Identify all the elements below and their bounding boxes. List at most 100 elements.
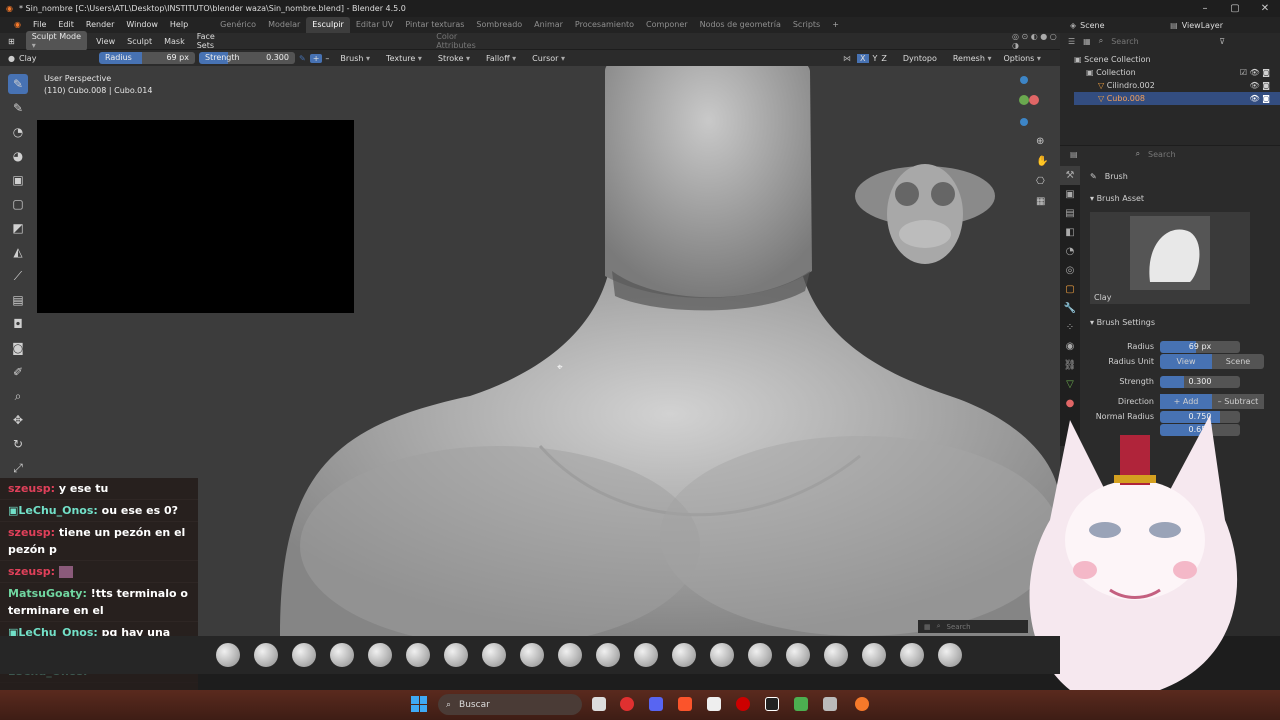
box-mask-icon[interactable]: ▢ <box>8 194 28 214</box>
sculpt-menu[interactable]: Sculpt <box>127 37 152 46</box>
radius-field[interactable]: Radius 69 px <box>98 52 195 64</box>
scene-collection-row[interactable]: ▣ Scene Collection <box>1074 53 1280 66</box>
add-direction-button[interactable]: + <box>309 53 323 63</box>
radius-unit-view-button[interactable]: View <box>1160 354 1212 369</box>
outliner-display-icon[interactable]: ▦ <box>1083 37 1091 46</box>
brush-thumbnail-icon[interactable] <box>710 643 734 667</box>
menu-render[interactable]: Render <box>80 17 120 33</box>
brush-shelf-search[interactable]: ▦ ⌕ Search <box>918 620 1028 633</box>
brush-tool-2-icon[interactable]: ✎ <box>8 98 28 118</box>
tab-sombreado[interactable]: Sombreado <box>470 17 528 33</box>
physics-tab-icon[interactable]: ◉ <box>1060 337 1080 356</box>
radius-unit-scene-button[interactable]: Scene <box>1212 354 1264 369</box>
outliner-item[interactable]: ▽ Cubo.008 👁 ◙ <box>1074 92 1280 105</box>
visibility-icon[interactable]: 👁 ◙ <box>1250 92 1270 105</box>
world-tab-icon[interactable]: ◎ <box>1060 261 1080 280</box>
tab-nodos-geometria[interactable]: Nodos de geometría <box>694 17 787 33</box>
view-layer-tab-icon[interactable]: ◧ <box>1060 223 1080 242</box>
falloff-menu[interactable]: Falloff <box>486 54 516 63</box>
brush-thumbnail-icon[interactable] <box>330 643 354 667</box>
tab-componer[interactable]: Componer <box>640 17 694 33</box>
line-project-icon[interactable]: ⟋ <box>8 266 28 286</box>
brush-asset-header[interactable]: ▾ Brush Asset <box>1090 194 1276 206</box>
tab-procesamiento[interactable]: Procesamiento <box>569 17 640 33</box>
menu-help[interactable]: Help <box>164 17 194 33</box>
modifier-tab-icon[interactable]: 🔧 <box>1060 299 1080 318</box>
rotate-tool-icon[interactable]: ↻ <box>8 434 28 454</box>
properties-search-input[interactable]: Search <box>1148 150 1175 159</box>
texture-menu[interactable]: Texture <box>386 54 422 63</box>
mirror-y-toggle[interactable]: Y <box>873 54 878 63</box>
zoom-icon[interactable]: ⊕ <box>1036 132 1050 152</box>
brush-thumbnail-icon[interactable] <box>520 643 544 667</box>
brush-settings-header[interactable]: ▾ Brush Settings <box>1090 318 1276 330</box>
strength-field[interactable]: Strength 0.300 <box>198 52 295 64</box>
tab-esculpir[interactable]: Esculpir <box>306 17 350 33</box>
editor-type-icon[interactable]: ⊞ <box>8 37 15 46</box>
scale-tool-icon[interactable]: ⤢ <box>8 458 28 478</box>
overlay-icons[interactable]: ◎ ⊙ ◐ ● ○ ◑ <box>1012 32 1060 50</box>
tiktok-icon[interactable] <box>765 697 779 711</box>
brush-thumbnail-icon[interactable] <box>292 643 316 667</box>
constraints-tab-icon[interactable]: ⛓ <box>1060 356 1080 375</box>
stroke-menu[interactable]: Stroke <box>438 54 470 63</box>
prop-radius-field[interactable]: 69 px <box>1160 340 1240 353</box>
brush-thumbnail-icon[interactable] <box>786 643 810 667</box>
mask-menu[interactable]: Mask <box>164 37 185 46</box>
tab-generico[interactable]: Genérico <box>214 17 262 33</box>
edit-face-set-icon[interactable]: ✐ <box>8 362 28 382</box>
task-view-icon[interactable] <box>592 697 606 711</box>
pressure-strength-icon[interactable]: ✎ <box>299 54 306 63</box>
annotate-tool-icon[interactable]: ⌕ <box>8 386 28 406</box>
brush-thumbnail-icon[interactable] <box>900 643 924 667</box>
scene-name[interactable]: Scene <box>1080 21 1150 30</box>
filter-icon[interactable]: ⊽ <box>1219 37 1225 46</box>
close-button[interactable]: ✕ <box>1250 0 1280 17</box>
outliner-item[interactable]: ▽ Cilindro.002 👁 ◙ <box>1074 79 1280 92</box>
visibility-icon[interactable]: 👁 ◙ <box>1250 79 1270 92</box>
brush-thumbnail-icon[interactable] <box>368 643 392 667</box>
cloth-filter-icon[interactable]: ◘ <box>8 314 28 334</box>
draw-tool-icon[interactable]: ✎ <box>8 74 28 94</box>
properties-editor-icon[interactable]: ▤ <box>1070 150 1078 159</box>
outliner-search-input[interactable]: Search <box>1111 37 1211 46</box>
mask-tool-icon[interactable]: ▣ <box>8 170 28 190</box>
tab-animar[interactable]: Animar <box>528 17 569 33</box>
color-filter-icon[interactable]: ◙ <box>8 338 28 358</box>
brush-thumbnail-icon[interactable] <box>634 643 658 667</box>
brush-tool-3-icon[interactable]: ◔ <box>8 122 28 142</box>
chrome-icon[interactable] <box>620 697 634 711</box>
brave-icon[interactable] <box>678 697 692 711</box>
face-sets-menu[interactable]: Face Sets <box>197 32 231 50</box>
tab-editar-uv[interactable]: Editar UV <box>350 17 400 33</box>
scene-tab-icon[interactable]: ◔ <box>1060 242 1080 261</box>
mesh-filter-icon[interactable]: ▤ <box>8 290 28 310</box>
minecraft-icon[interactable] <box>794 697 808 711</box>
add-workspace-icon[interactable]: + <box>826 17 845 33</box>
cursor-menu[interactable]: Cursor <box>532 54 565 63</box>
options-menu[interactable]: Options <box>1003 54 1040 63</box>
dyntopo-toggle[interactable]: Dyntopo <box>903 54 937 63</box>
brush-thumbnail-icon[interactable] <box>558 643 582 667</box>
mode-dropdown[interactable]: Sculpt Mode <box>25 31 88 51</box>
brush-thumbnail-icon[interactable] <box>938 643 962 667</box>
brush-asset-preview[interactable]: Clay <box>1090 212 1250 304</box>
outliner-editor-icon[interactable]: ☰ <box>1068 37 1075 46</box>
menu-window[interactable]: Window <box>120 17 164 33</box>
view-layer-name[interactable]: ViewLayer <box>1182 21 1223 30</box>
brush-thumbnail-icon[interactable] <box>748 643 772 667</box>
visibility-icon[interactable]: ☑ 👁 ◙ <box>1240 66 1270 79</box>
tool-tab-icon[interactable]: ⚒ <box>1060 166 1080 185</box>
mirror-x-toggle[interactable]: X <box>857 53 869 63</box>
brush-thumbnail-icon[interactable] <box>824 643 848 667</box>
output-tab-icon[interactable]: ▤ <box>1060 204 1080 223</box>
brush-thumbnail-icon[interactable] <box>254 643 278 667</box>
minimize-button[interactable]: – <box>1190 0 1220 17</box>
blender-menu-icon[interactable]: ◉ <box>8 17 27 33</box>
tab-pintar-texturas[interactable]: Pintar texturas <box>399 17 470 33</box>
subtract-direction-button[interactable]: – <box>322 54 332 63</box>
trim-tool-icon[interactable]: ◭ <box>8 242 28 262</box>
discord-icon[interactable] <box>649 697 663 711</box>
move-tool-icon[interactable]: ✥ <box>8 410 28 430</box>
pan-hand-icon[interactable]: ✋ <box>1036 152 1050 172</box>
